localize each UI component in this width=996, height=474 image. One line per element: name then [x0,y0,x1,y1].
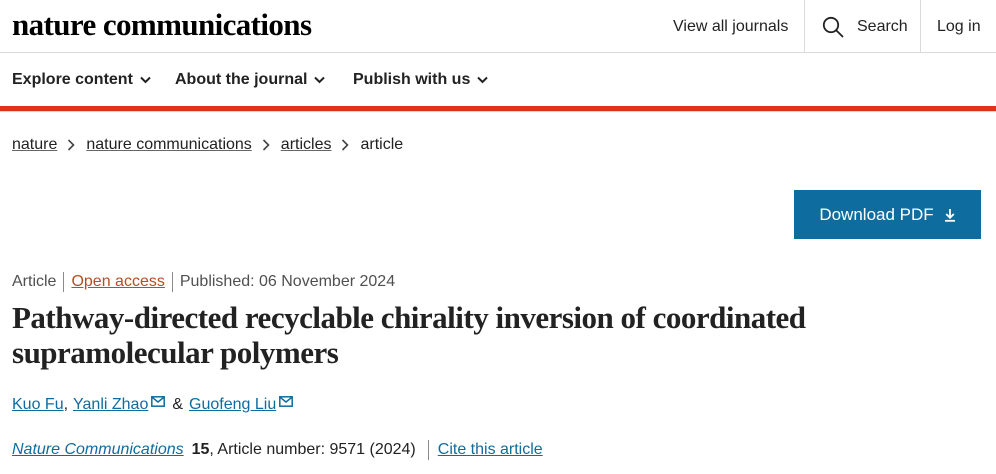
search-button[interactable]: Search [822,0,908,53]
author-link[interactable]: Guofeng Liu [189,396,276,414]
chevron-down-icon [314,76,326,83]
nav-explore-content[interactable]: Explore content [12,53,151,106]
citation-divider [427,440,429,460]
breadcrumb-current: article [360,136,404,153]
open-access-link[interactable]: Open access [71,273,164,291]
mail-icon[interactable] [279,395,294,407]
chevron-right-icon [262,139,270,151]
article-type: Article [12,273,57,290]
top-divider [804,0,805,53]
article-title: Pathway-directed recyclable chirality in… [12,300,806,370]
divider [0,111,996,112]
chevron-down-icon [477,76,489,83]
chevron-right-icon [68,139,76,151]
published-date: Published: 06 November 2024 [179,273,396,290]
search-icon [822,16,844,37]
download-icon [944,208,955,222]
download-pdf-label: Download PDF [819,204,934,224]
nav-item-label: Publish with us [353,70,471,88]
journal-link[interactable]: Nature Communications [12,441,184,459]
main-nav: Explore content About the journal Publis… [0,53,996,106]
meta-divider [63,272,65,292]
download-pdf-button[interactable]: Download PDF [794,190,981,239]
breadcrumb: nature nature communications articles ar… [12,134,403,156]
mail-icon[interactable] [151,395,166,407]
breadcrumb-nature[interactable]: nature [12,136,57,154]
article-meta: Article Open access Published: 06 Novemb… [12,271,395,293]
author-separator: , [63,396,69,413]
search-label: Search [857,17,908,35]
top-divider [920,0,921,53]
site-logo[interactable]: nature communications [12,6,312,44]
nav-item-label: About the journal [175,70,308,88]
breadcrumb-articles[interactable]: articles [281,136,332,154]
volume: 15 [191,441,210,458]
author-link[interactable]: Yanli Zhao [73,396,148,414]
login-link[interactable]: Log in [937,0,981,53]
nav-item-label: Explore content [12,70,133,88]
view-all-journals-link[interactable]: View all journals [673,0,788,53]
top-bar: nature communications View all journals … [0,0,996,53]
cite-this-article-link[interactable]: Cite this article [438,441,543,459]
author-separator: & [172,396,184,413]
chevron-right-icon [342,139,350,151]
chevron-down-icon [140,76,151,83]
nav-publish-with-us[interactable]: Publish with us [353,53,489,106]
author-list: Kuo Fu , Yanli Zhao & Guofeng Liu [12,393,294,417]
meta-divider [171,272,173,292]
article-number: , Article number: 9571 (2024) [209,441,416,458]
breadcrumb-nature-communications[interactable]: nature communications [86,136,251,154]
nav-about-journal[interactable]: About the journal [175,53,326,106]
citation-line: Nature Communications 15 , Article numbe… [12,438,543,462]
author-link[interactable]: Kuo Fu [12,396,64,414]
